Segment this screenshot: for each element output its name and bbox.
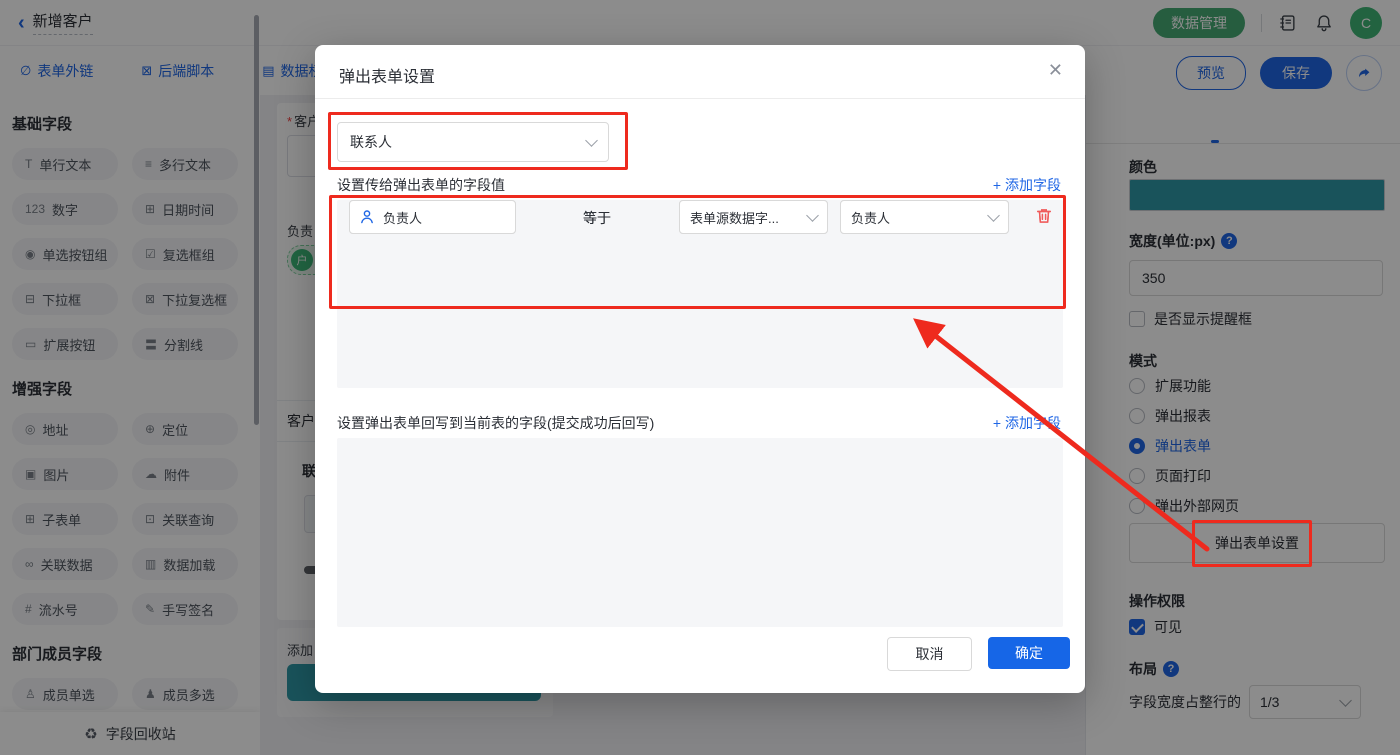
pass-fields-label: 设置传给弹出表单的字段值 — [337, 175, 505, 195]
source-type-select[interactable]: 表单源数据字... — [679, 200, 828, 234]
pass-fields-panel: 客户名称 等于 表单源数据字... 客户名称 — [337, 200, 1063, 388]
cancel-button[interactable]: 取消 — [887, 637, 972, 671]
source-field-select[interactable]: 负责人 — [840, 200, 1009, 234]
field-mapping-row: 负责人 等于 表单源数据字... 负责人 — [337, 200, 1063, 234]
target-field-input[interactable]: 负责人 — [349, 200, 516, 234]
add-field-link[interactable]: + 添加字段 — [993, 175, 1061, 195]
operator-label: 等于 — [583, 208, 611, 228]
chevron-down-icon — [987, 209, 1000, 222]
add-field-link[interactable]: + 添加字段 — [993, 413, 1061, 433]
close-icon[interactable]: ✕ — [1048, 61, 1063, 79]
target-field-name: 负责人 — [383, 208, 422, 227]
modal-title: 弹出表单设置 — [339, 63, 435, 87]
chevron-down-icon — [806, 209, 819, 222]
confirm-button[interactable]: 确定 — [988, 637, 1070, 669]
app-window: ‹ 新增客户 数据管理 C ∅ 表单外链 ⊠ — [0, 0, 1400, 755]
chevron-down-icon — [585, 134, 598, 147]
target-form-select[interactable]: 联系人 — [337, 122, 609, 162]
writeback-fields-label: 设置弹出表单回写到当前表的字段(提交成功后回写) — [337, 413, 654, 433]
modal-header: 弹出表单设置 ✕ — [315, 45, 1085, 99]
writeback-fields-panel — [337, 438, 1063, 627]
person-field-icon — [359, 209, 375, 225]
trash-icon[interactable] — [1035, 207, 1053, 225]
popup-form-settings-modal: 弹出表单设置 ✕ 联系人 设置传给弹出表单的字段值 + 添加字段 客户名称 等于 — [315, 45, 1085, 693]
modal-footer: 取消 确定 — [887, 637, 1070, 671]
